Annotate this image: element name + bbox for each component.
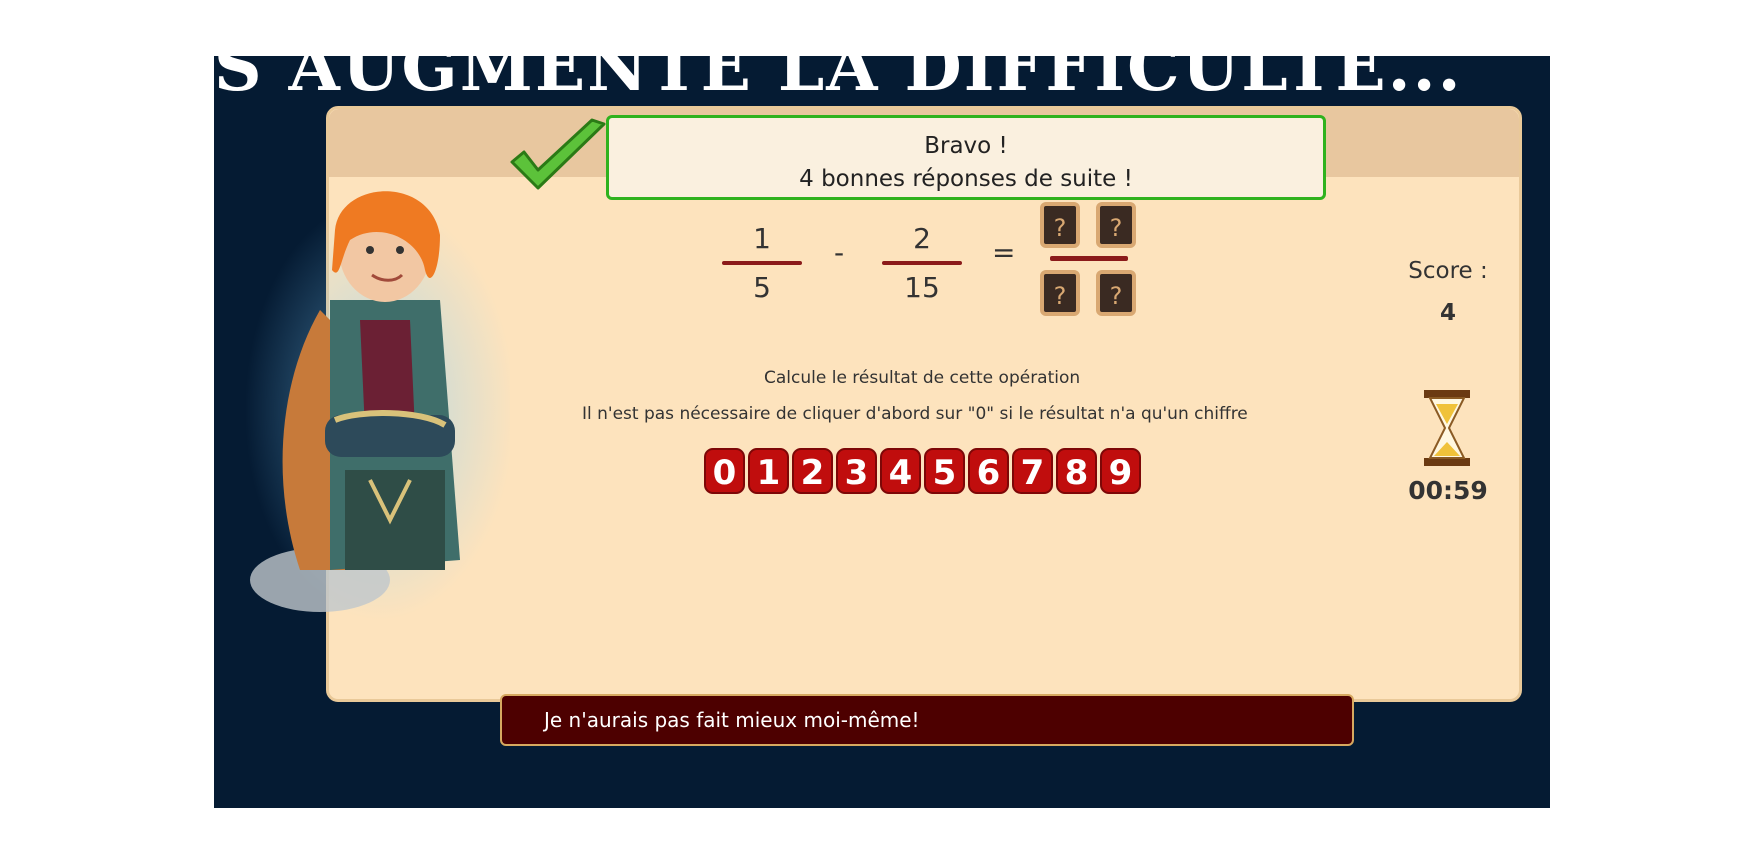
score-value: 4 [1439, 300, 1456, 326]
digit-6-button[interactable]: 6 [968, 448, 1009, 494]
digit-2-button[interactable]: 2 [792, 448, 833, 494]
minus-operator: - [834, 236, 845, 269]
digit-8-button[interactable]: 8 [1056, 448, 1097, 494]
fraction-left-bar [722, 261, 802, 265]
fraction-right: 2 15 [882, 222, 962, 304]
feedback-banner: Bravo ! 4 bonnes réponses de suite ! [606, 115, 1326, 200]
feedback-streak: 4 bonnes réponses de suite ! [799, 166, 1133, 192]
feedback-title: Bravo ! [924, 133, 1008, 159]
instruction-hint: Il n'est pas nécessaire de cliquer d'abo… [582, 404, 1248, 424]
answer-numerator-tens[interactable]: ? [1040, 202, 1080, 248]
digit-9-button[interactable]: 9 [1100, 448, 1141, 494]
digit-1-button[interactable]: 1 [748, 448, 789, 494]
character-message: Je n'aurais pas fait mieux moi-même! [544, 708, 920, 732]
title-banner: S AUGMENTE LA DIFFICULTÉ... [214, 34, 1550, 100]
score-label: Score : [1408, 258, 1488, 284]
fraction-right-bar [882, 261, 962, 265]
digit-3-button[interactable]: 3 [836, 448, 877, 494]
fraction-right-denominator: 15 [904, 271, 940, 304]
answer-denominator-tens[interactable]: ? [1040, 270, 1080, 316]
digit-4-button[interactable]: 4 [880, 448, 921, 494]
answer-numerator-units[interactable]: ? [1096, 202, 1136, 248]
character-message-bar: Je n'aurais pas fait mieux moi-même! [500, 694, 1354, 746]
answer-fraction-bar [1050, 256, 1128, 261]
fraction-left-numerator: 1 [753, 222, 771, 255]
digit-0-button[interactable]: 0 [704, 448, 745, 494]
fraction-left: 1 5 [722, 222, 802, 304]
countdown-timer: 00:59 [1408, 476, 1488, 505]
equals-operator: = [992, 236, 1016, 269]
fraction-right-numerator: 2 [913, 222, 931, 255]
hourglass-icon [1424, 390, 1470, 466]
digit-7-button[interactable]: 7 [1012, 448, 1053, 494]
character-illustration [245, 191, 510, 620]
title-text: S AUGMENTE LA DIFFICULTÉ... [214, 34, 1463, 100]
digit-5-button[interactable]: 5 [924, 448, 965, 494]
fraction-left-denominator: 5 [753, 271, 771, 304]
digit-keypad: 0 1 2 3 4 5 6 7 8 9 [704, 448, 1141, 494]
answer-denominator-units[interactable]: ? [1096, 270, 1136, 316]
checkmark-icon [510, 118, 606, 190]
instruction-main: Calcule le résultat de cette opération [764, 368, 1081, 388]
